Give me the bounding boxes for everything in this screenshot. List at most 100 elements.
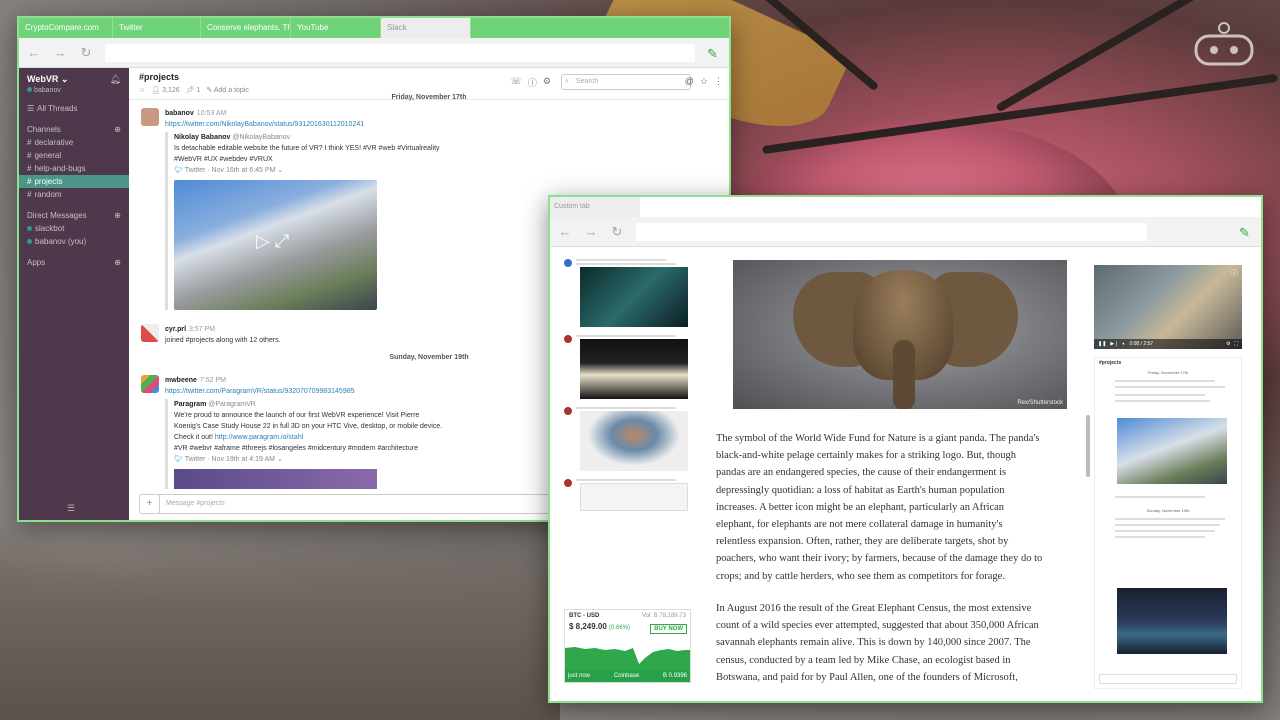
tweet-author[interactable]: Nikolay Babanov xyxy=(174,134,230,141)
tab-elephants[interactable]: Conserve elephants. The xyxy=(201,18,291,38)
sidebar-item-self[interactable]: babanov (you) xyxy=(19,235,129,248)
video-controls: ❚❚ ▶❘ 🔈︎ 0:08 / 2:57 ⚙ ⛶ xyxy=(1094,339,1242,349)
tab-slack[interactable]: Slack xyxy=(381,18,471,38)
pins-count[interactable]: 📌︎ 1 xyxy=(186,86,201,94)
more-icon[interactable]: ⋮ xyxy=(714,76,723,87)
avatar[interactable] xyxy=(141,375,159,393)
reload-icon[interactable]: ↻ xyxy=(79,45,93,61)
tweet-link[interactable]: http://www.paragram.io/stahl xyxy=(215,434,303,441)
message-author[interactable]: babanov xyxy=(165,110,194,117)
feed-image[interactable] xyxy=(580,267,688,327)
add-topic-link[interactable]: ✎ Add a topic xyxy=(206,86,248,94)
back-arrow-icon[interactable]: ← xyxy=(558,224,572,239)
sidebar-item-projects[interactable]: # projects xyxy=(19,175,129,188)
tweet-author[interactable]: Paragram xyxy=(174,401,206,408)
tweet-image[interactable] xyxy=(174,469,377,489)
add-channel-icon[interactable]: ⊕ xyxy=(114,123,121,136)
sidebar-item-all-threads[interactable]: ☰ All Threads xyxy=(19,102,129,115)
avatar xyxy=(564,335,572,343)
sidebar-item-declarative[interactable]: # declarative xyxy=(19,136,129,149)
reload-icon[interactable]: ↻ xyxy=(610,224,624,240)
wallpaper-shadow xyxy=(0,520,560,720)
message-author[interactable]: mwbeene xyxy=(165,377,197,384)
twitter-bird-icon: 🐦︎ xyxy=(174,167,183,174)
mention-icon[interactable]: @ xyxy=(685,76,694,87)
star-icon[interactable]: ☆ xyxy=(139,86,145,94)
next-icon[interactable]: ▶❘ xyxy=(1110,341,1118,347)
starred-icon[interactable]: ☆ xyxy=(700,76,708,87)
pause-icon[interactable]: ❚❚ xyxy=(1098,341,1106,347)
sidebar-item-help-and-bugs[interactable]: # help-and-bugs xyxy=(19,162,129,175)
feed-item[interactable] xyxy=(564,335,694,399)
message-author[interactable]: cyr.prl xyxy=(165,326,186,333)
fullscreen-icon[interactable]: ⛶ xyxy=(1234,341,1238,347)
message-link[interactable]: https://twitter.com/NikolayBabanov/statu… xyxy=(165,121,364,128)
plus-icon[interactable]: + xyxy=(140,495,160,513)
message-time[interactable]: 10:53 AM xyxy=(197,110,227,117)
message-time[interactable]: 3:57 PM xyxy=(189,326,215,333)
mini-tweet-image[interactable] xyxy=(1117,588,1227,654)
feed-item[interactable] xyxy=(564,479,694,511)
address-bar[interactable] xyxy=(636,222,1147,241)
feed-image[interactable] xyxy=(580,483,688,511)
tweet-handle[interactable]: @ParagramVR xyxy=(208,401,256,408)
pencil-icon[interactable]: ✎ xyxy=(707,46,721,61)
add-dm-icon[interactable]: ⊕ xyxy=(114,209,121,222)
btc-widget[interactable]: BTC - USD Vol: B 78,189.73 $ 8,249.00 (0.… xyxy=(564,609,691,683)
search-input[interactable]: ⌕ Search xyxy=(561,74,691,90)
members-count[interactable]: 👤︎ 3,126 xyxy=(151,86,179,94)
mini-tweet-image[interactable] xyxy=(1117,418,1227,484)
feed-item[interactable] xyxy=(564,259,694,327)
avatar[interactable] xyxy=(141,108,159,126)
sidebar-item-general[interactable]: # general xyxy=(19,149,129,162)
quick-switcher-icon[interactable]: ☰ xyxy=(67,503,75,514)
feed-item[interactable] xyxy=(564,407,694,471)
call-icon[interactable]: ☏ xyxy=(511,76,522,89)
buy-now-button[interactable]: BUY NOW xyxy=(650,624,687,634)
volume-icon[interactable]: 🔈︎ xyxy=(1122,341,1125,347)
tab-custom[interactable]: Custom tab xyxy=(550,197,640,217)
info-icon[interactable]: ⓘ xyxy=(528,76,537,89)
forward-arrow-icon[interactable]: → xyxy=(53,45,67,60)
pencil-icon[interactable]: ✎ xyxy=(1239,225,1253,240)
tab-cryptocompare[interactable]: CryptoCompare.com xyxy=(19,18,113,38)
article-line: black-and-white pelage certainly makes f… xyxy=(716,450,1017,462)
right-panel: ⓘ ❚❚ ▶❘ 🔈︎ 0:08 / 2:57 ⚙ ⛶ #projects Fri… xyxy=(1094,265,1244,689)
sidebar-item-random[interactable]: # random xyxy=(19,188,129,201)
mini-message-input[interactable] xyxy=(1099,674,1237,684)
article-line: In August 2016 the result of the Great E… xyxy=(716,603,1032,614)
tab-youtube[interactable]: YouTube xyxy=(291,18,381,38)
article-scrollbar[interactable] xyxy=(1086,415,1090,477)
play-icon[interactable]: ▷ ⤢ xyxy=(256,232,289,250)
feed-image[interactable] xyxy=(580,411,688,471)
youtube-video[interactable]: ⓘ ❚❚ ▶❘ 🔈︎ 0:08 / 2:57 ⚙ ⛶ xyxy=(1094,265,1242,349)
forward-arrow-icon[interactable]: → xyxy=(584,224,598,239)
message-time[interactable]: 7:52 PM xyxy=(200,377,226,384)
tweet-text-line: Koenig's Case Study House 22 in full 3D … xyxy=(174,423,443,430)
twitter-bird-icon: 🐦︎ xyxy=(174,456,183,463)
article-line: count of a wild species ever attempted, … xyxy=(716,620,1039,632)
add-app-icon[interactable]: ⊕ xyxy=(114,256,121,269)
bell-icon[interactable]: 🔔︎ xyxy=(110,74,121,85)
address-bar[interactable] xyxy=(105,43,695,62)
article-paragraph-1: The symbol of the World Wide Fund for Na… xyxy=(716,430,1082,585)
settings-icon[interactable]: ⚙ xyxy=(1226,341,1230,347)
tab-twitter[interactable]: Twitter xyxy=(113,18,201,38)
article-elephant-image[interactable]: Rex/Shutterstock xyxy=(733,260,1067,409)
apps-header[interactable]: Apps ⊕ xyxy=(19,256,129,269)
feed-image[interactable] xyxy=(580,339,688,399)
channels-header[interactable]: Channels ⊕ xyxy=(19,123,129,136)
dm-header[interactable]: Direct Messages ⊕ xyxy=(19,209,129,222)
article-line: elephant, for elephants are not mere col… xyxy=(716,519,1003,531)
settings-icon[interactable]: ⚙ xyxy=(543,76,551,89)
sidebar-item-slackbot[interactable]: slackbot xyxy=(19,222,129,235)
tweet-handle[interactable]: @NikolayBabanov xyxy=(232,134,290,141)
tweet-image[interactable]: ▷ ⤢ xyxy=(174,180,377,310)
robot-icon[interactable] xyxy=(1190,22,1258,68)
message-link[interactable]: https://twitter.com/ParagramVR/status/93… xyxy=(165,388,355,395)
back-arrow-icon[interactable]: ← xyxy=(27,45,41,60)
mini-slack-panel[interactable]: #projects Friday, November 17th Sunday, … xyxy=(1094,357,1242,689)
avatar[interactable] xyxy=(141,324,159,342)
info-icon[interactable]: ⓘ xyxy=(1231,268,1238,278)
article-line: increases. A better icon might be an ele… xyxy=(716,501,1005,513)
